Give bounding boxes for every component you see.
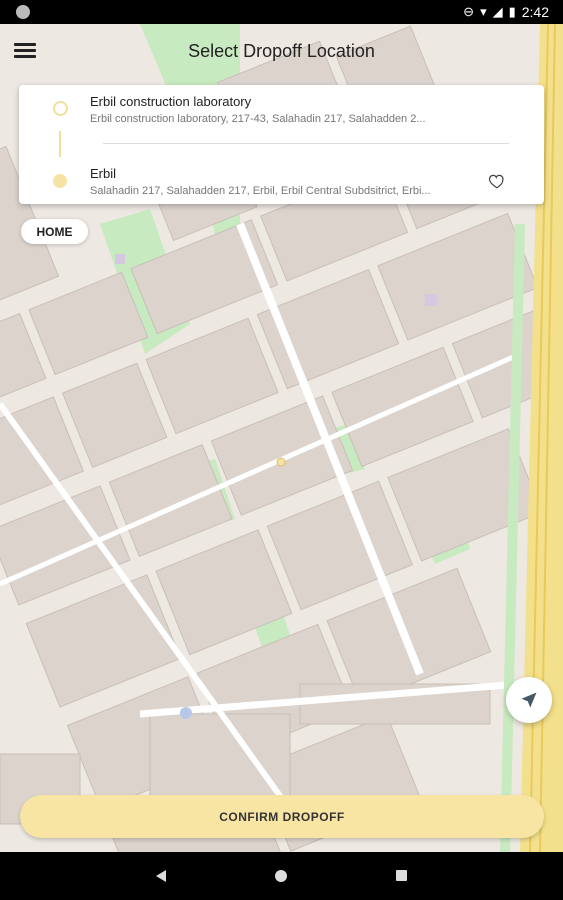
pickup-name: Erbil construction laboratory xyxy=(90,94,252,109)
recents-icon[interactable] xyxy=(396,870,407,881)
back-icon[interactable] xyxy=(156,870,166,882)
page-title: Select Dropoff Location xyxy=(188,41,375,61)
confirm-dropoff-button[interactable]: CONFIRM DROPOFF xyxy=(20,795,544,838)
home-shortcut-button[interactable]: HOME xyxy=(21,219,88,244)
dropoff-address: Salahadin 217, Salahadden 217, Erbil, Er… xyxy=(90,185,431,197)
dropoff-marker-icon xyxy=(53,174,67,188)
route-connector xyxy=(59,131,61,157)
dropoff-name: Erbil xyxy=(90,166,117,181)
app-bar: Select Dropoff Location xyxy=(0,24,563,80)
notification-icon xyxy=(16,5,30,19)
pickup-marker-icon xyxy=(53,101,68,116)
battery-icon: ▮ xyxy=(508,4,516,19)
dropoff-location[interactable]: Erbil Salahadin 217, Salahadden 217, Erb… xyxy=(90,166,470,197)
clock: 2:42 xyxy=(521,4,549,20)
pickup-address: Erbil construction laboratory, 217-43, S… xyxy=(90,113,426,125)
divider xyxy=(103,143,509,144)
my-location-button[interactable] xyxy=(506,677,552,723)
status-icons: ⊖ ▾ ◢ ▮ 2:42 xyxy=(463,4,549,20)
home-icon[interactable] xyxy=(275,870,287,882)
dnd-icon: ⊖ xyxy=(463,4,475,19)
status-bar: ⊖ ▾ ◢ ▮ 2:42 xyxy=(0,0,563,24)
navigation-arrow-icon xyxy=(521,692,537,708)
system-nav-bar xyxy=(0,852,563,900)
route-card: Erbil construction laboratory Erbil cons… xyxy=(19,85,544,204)
pickup-location[interactable]: Erbil construction laboratory Erbil cons… xyxy=(90,94,470,125)
signal-icon: ◢ xyxy=(492,4,503,19)
favorite-heart-icon[interactable] xyxy=(488,172,506,190)
wifi-icon: ▾ xyxy=(480,4,487,19)
